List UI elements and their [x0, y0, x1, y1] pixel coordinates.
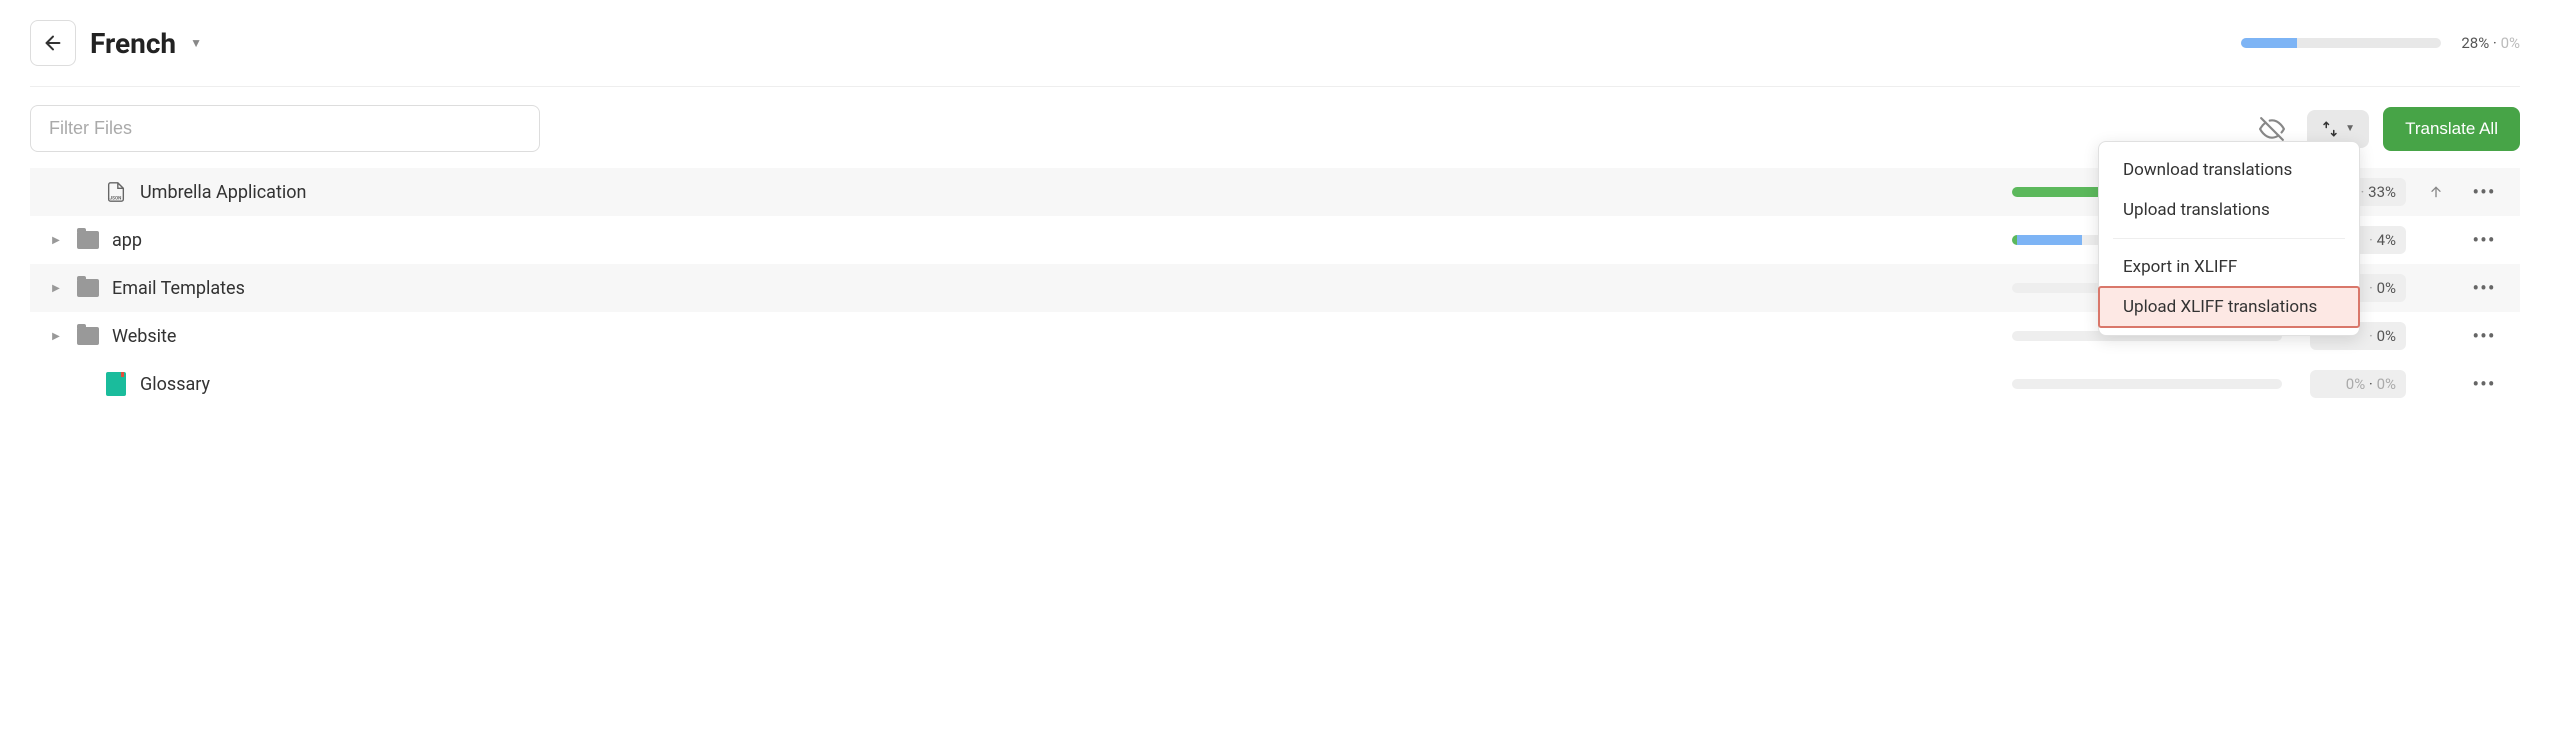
- expand-toggle[interactable]: ▶: [48, 235, 64, 246]
- language-name: French: [90, 27, 176, 60]
- progress-fill: [2241, 38, 2297, 48]
- svg-text:JSON: JSON: [110, 195, 122, 201]
- file-name[interactable]: Email Templates: [112, 278, 2000, 299]
- folder-icon: [76, 228, 100, 252]
- toolbar: ▼ Translate All Download translations Up…: [30, 87, 2520, 162]
- json-file-icon: JSON: [104, 180, 128, 204]
- filter-files-input[interactable]: [30, 105, 540, 152]
- divider: [2113, 238, 2345, 239]
- more-options-icon[interactable]: •••: [2466, 228, 2502, 252]
- more-options-icon[interactable]: •••: [2466, 276, 2502, 300]
- menu-item-upload-translations[interactable]: Upload translations: [2099, 190, 2359, 230]
- import-export-dropdown: Download translations Upload translation…: [2098, 141, 2360, 336]
- overall-stats: 28% · 0%: [2461, 34, 2520, 52]
- swap-vert-icon: [2321, 120, 2339, 138]
- folder-icon: [76, 276, 100, 300]
- glossary-icon: [104, 372, 128, 396]
- translate-all-button[interactable]: Translate All: [2383, 107, 2520, 151]
- menu-item-upload-xliff[interactable]: Upload XLIFF translations: [2099, 287, 2359, 327]
- stat-primary: 28%: [2461, 34, 2489, 52]
- folder-icon: [76, 324, 100, 348]
- arrow-left-icon: [42, 32, 64, 54]
- expand-toggle[interactable]: ▶: [48, 283, 64, 294]
- stat-secondary: 0%: [2501, 34, 2520, 52]
- back-button[interactable]: [30, 20, 76, 66]
- upload-icon[interactable]: [2418, 184, 2454, 200]
- file-row: Glossary 0% · 0% •••: [30, 360, 2520, 408]
- file-name[interactable]: Website: [112, 326, 2000, 347]
- page-header: French ▼ 28% · 0%: [30, 20, 2520, 87]
- caret-down-icon: ▼: [190, 36, 202, 50]
- caret-down-icon: ▼: [2345, 123, 2355, 134]
- file-name[interactable]: Glossary: [140, 374, 2000, 395]
- file-progress-bar: [2012, 379, 2282, 389]
- file-name[interactable]: Umbrella Application: [140, 182, 2000, 203]
- language-selector[interactable]: French ▼: [90, 27, 202, 60]
- overall-progress-bar: [2241, 38, 2441, 48]
- more-options-icon[interactable]: •••: [2466, 324, 2502, 348]
- file-stats: 0% · 0%: [2310, 370, 2406, 398]
- more-options-icon[interactable]: •••: [2466, 372, 2502, 396]
- expand-toggle[interactable]: ▶: [48, 331, 64, 342]
- file-name[interactable]: app: [112, 230, 2000, 251]
- menu-item-download-translations[interactable]: Download translations: [2099, 150, 2359, 190]
- eye-off-icon: [2259, 116, 2285, 142]
- menu-item-export-xliff[interactable]: Export in XLIFF: [2099, 247, 2359, 287]
- more-options-icon[interactable]: •••: [2466, 180, 2502, 204]
